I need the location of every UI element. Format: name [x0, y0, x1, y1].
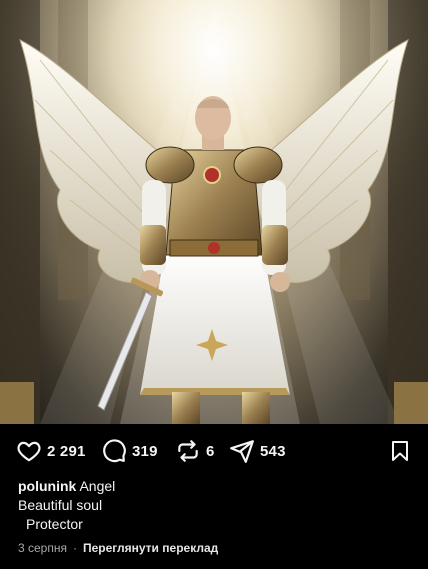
caption-first-line: polunink Angel — [18, 477, 414, 496]
caption-text-first: Angel — [79, 478, 116, 494]
bookmark-icon[interactable] — [388, 439, 412, 463]
meta-separator: · — [72, 541, 77, 555]
post-action-bar: 2 291 319 6 543 — [0, 430, 428, 470]
share-button[interactable]: 543 — [229, 438, 286, 464]
post-meta: 3 серпня · Переглянути переклад — [18, 541, 218, 555]
post-date: 3 серпня — [18, 541, 67, 555]
repost-arrows-icon[interactable] — [175, 438, 201, 464]
likes-count[interactable]: 2 291 — [47, 443, 86, 460]
comment-button[interactable]: 319 — [101, 438, 158, 464]
post-image[interactable] — [0, 0, 428, 424]
caption-line: Protector — [26, 516, 83, 532]
reposts-count[interactable]: 6 — [206, 443, 215, 460]
shares-count[interactable]: 543 — [260, 443, 286, 460]
paper-plane-icon[interactable] — [229, 438, 255, 464]
repost-button[interactable]: 6 — [175, 438, 215, 464]
heart-icon[interactable] — [16, 438, 42, 464]
see-translation-link[interactable]: Переглянути переклад — [83, 541, 218, 555]
comment-bubble-icon[interactable] — [101, 438, 127, 464]
caption-line: Beautiful soul — [18, 497, 103, 513]
like-button[interactable]: 2 291 — [16, 438, 86, 464]
author-username[interactable]: polunink — [18, 478, 76, 494]
angel-illustration — [0, 0, 428, 424]
comments-count[interactable]: 319 — [132, 443, 158, 460]
post-caption: polunink Angel Beautiful soul Protector — [18, 477, 414, 534]
